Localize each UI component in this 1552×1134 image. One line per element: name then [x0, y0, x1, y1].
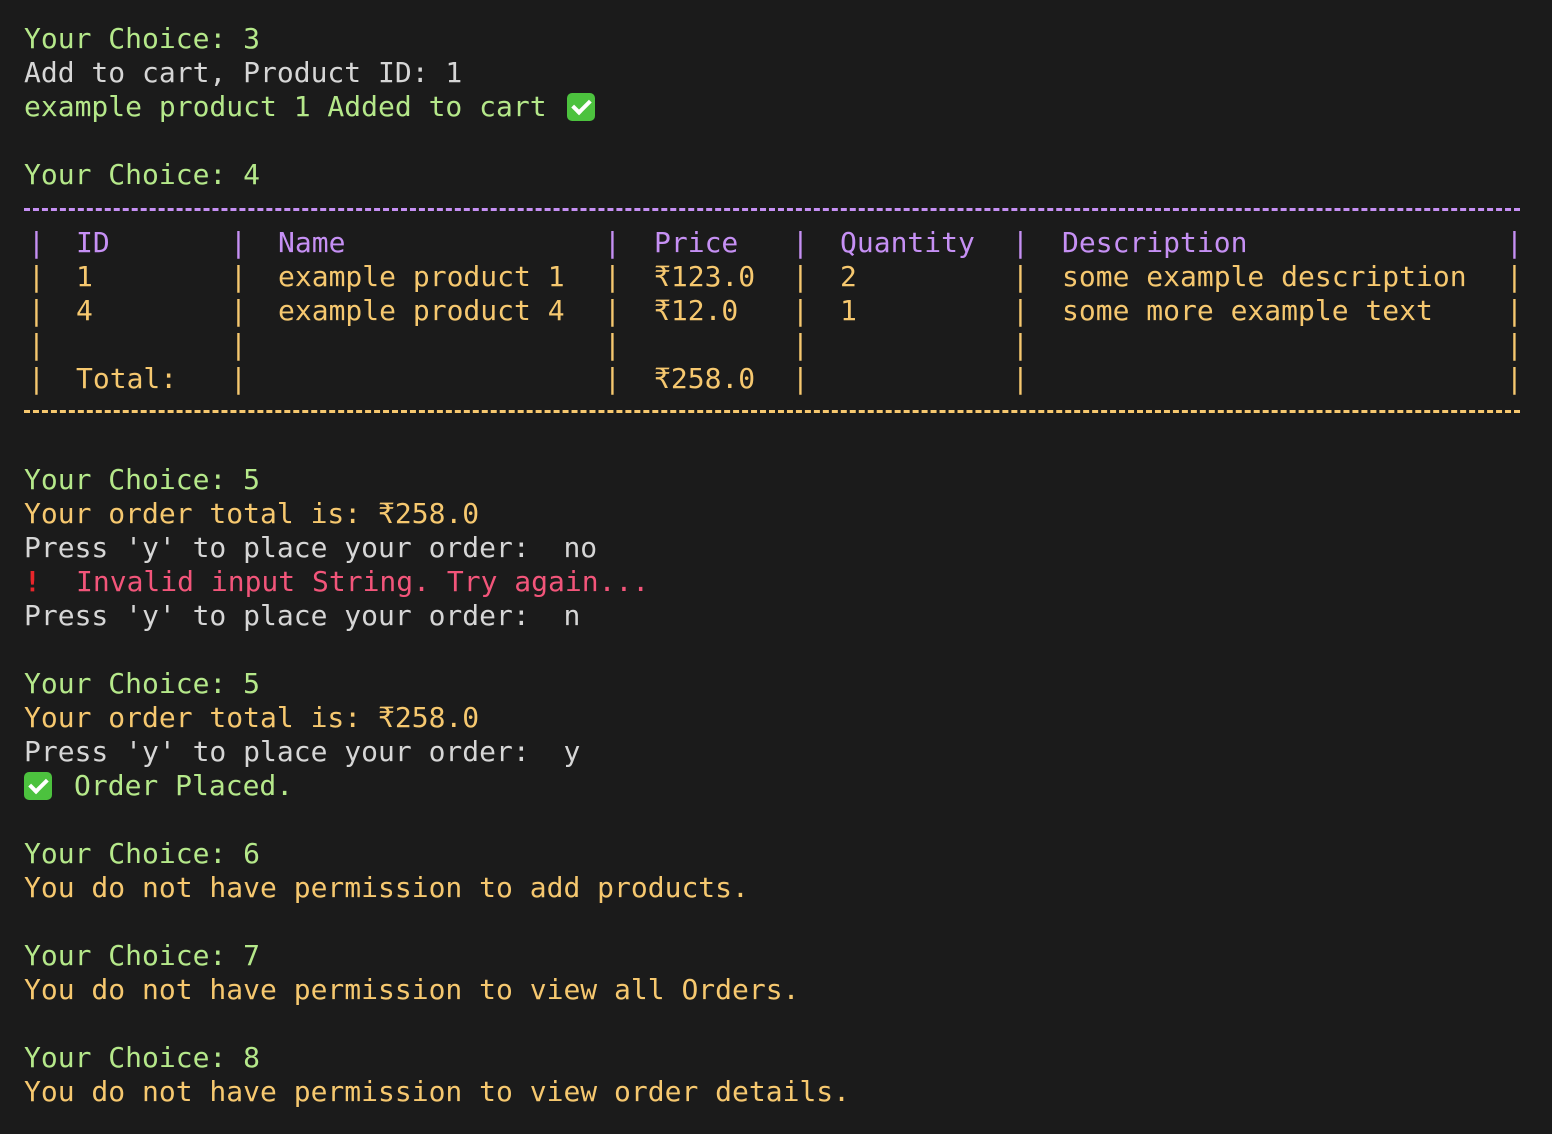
cell-name: example product 4: [278, 294, 565, 327]
column-divider: |: [1506, 362, 1523, 395]
place-order-prompt: Press 'y' to place your order: y: [24, 735, 581, 768]
column-divider: |: [28, 226, 45, 259]
header-id: ID: [76, 226, 110, 259]
permission-message: You do not have permission to view all O…: [24, 973, 800, 1006]
choice-line: Your Choice: 7: [24, 939, 261, 972]
column-divider: |: [230, 226, 247, 259]
check-mark-icon: [24, 772, 52, 800]
choice-line: Your Choice: 3: [24, 22, 261, 55]
place-order-prompt: Press 'y' to place your order: n: [24, 599, 581, 632]
header-description: Description: [1062, 226, 1248, 259]
column-divider: |: [1506, 260, 1523, 293]
column-divider: |: [604, 226, 621, 259]
column-divider: |: [230, 294, 247, 327]
column-divider: |: [28, 260, 45, 293]
column-divider: |: [28, 294, 45, 327]
order-total-line: Your order total is: ₹258.0: [24, 701, 480, 734]
cell-id: 4: [76, 294, 93, 327]
cell-price: ₹123.0: [654, 260, 756, 293]
column-divider: |: [28, 362, 45, 395]
cell-quantity: 2: [840, 260, 857, 293]
total-value: ₹258.0: [654, 362, 756, 395]
header-name: Name: [278, 226, 346, 259]
column-divider: |: [1506, 226, 1523, 259]
column-divider: |: [1506, 328, 1523, 361]
column-divider: |: [792, 362, 809, 395]
header-price: Price: [654, 226, 739, 259]
column-divider: |: [230, 260, 247, 293]
choice-line: Your Choice: 8: [24, 1041, 261, 1074]
choice-line: Your Choice: 6: [24, 837, 261, 870]
column-divider: |: [230, 328, 247, 361]
permission-message: You do not have permission to view order…: [24, 1075, 851, 1108]
column-divider: |: [604, 362, 621, 395]
add-to-cart-line: Add to cart, Product ID: 1: [24, 56, 463, 89]
column-divider: |: [792, 260, 809, 293]
table-bottom-border: [24, 410, 1520, 413]
added-to-cart-line: example product 1 Added to cart: [24, 90, 596, 124]
exclamation-icon: !: [24, 565, 41, 598]
cell-name: example product 1: [278, 260, 565, 293]
column-divider: |: [792, 226, 809, 259]
column-divider: |: [1506, 294, 1523, 327]
column-divider: |: [1012, 226, 1029, 259]
check-mark-icon: [567, 93, 596, 121]
place-order-prompt: Press 'y' to place your order: no: [24, 531, 598, 564]
table-top-border: [24, 208, 1520, 211]
column-divider: |: [28, 328, 45, 361]
total-label: Total:: [76, 362, 178, 395]
cell-quantity: 1: [840, 294, 857, 327]
permission-message: You do not have permission to add produc…: [24, 871, 749, 904]
terminal-output: Your Choice: 3 Add to cart, Product ID: …: [0, 0, 1552, 1134]
order-total-line: Your order total is: ₹258.0: [24, 497, 480, 530]
column-divider: |: [1012, 260, 1029, 293]
choice-line: Your Choice: 4: [24, 158, 261, 191]
cell-id: 1: [76, 260, 93, 293]
choice-line: Your Choice: 5: [24, 463, 261, 496]
error-line: ! Invalid input String. Try again...: [24, 565, 649, 599]
column-divider: |: [1012, 294, 1029, 327]
choice-line: Your Choice: 5: [24, 667, 261, 700]
error-text: Invalid input String. Try again...: [76, 565, 650, 598]
cell-description: some example description: [1062, 260, 1467, 293]
column-divider: |: [230, 362, 247, 395]
order-placed-line: Order Placed.: [24, 769, 293, 803]
added-to-cart-text: example product 1 Added to cart: [24, 90, 547, 123]
cell-description: some more example text: [1062, 294, 1433, 327]
column-divider: |: [1012, 362, 1029, 395]
header-quantity: Quantity: [840, 226, 975, 259]
column-divider: |: [604, 328, 621, 361]
column-divider: |: [1012, 328, 1029, 361]
column-divider: |: [792, 294, 809, 327]
order-placed-text: Order Placed.: [74, 769, 294, 802]
column-divider: |: [604, 294, 621, 327]
cell-price: ₹12.0: [654, 294, 739, 327]
column-divider: |: [792, 328, 809, 361]
column-divider: |: [604, 260, 621, 293]
